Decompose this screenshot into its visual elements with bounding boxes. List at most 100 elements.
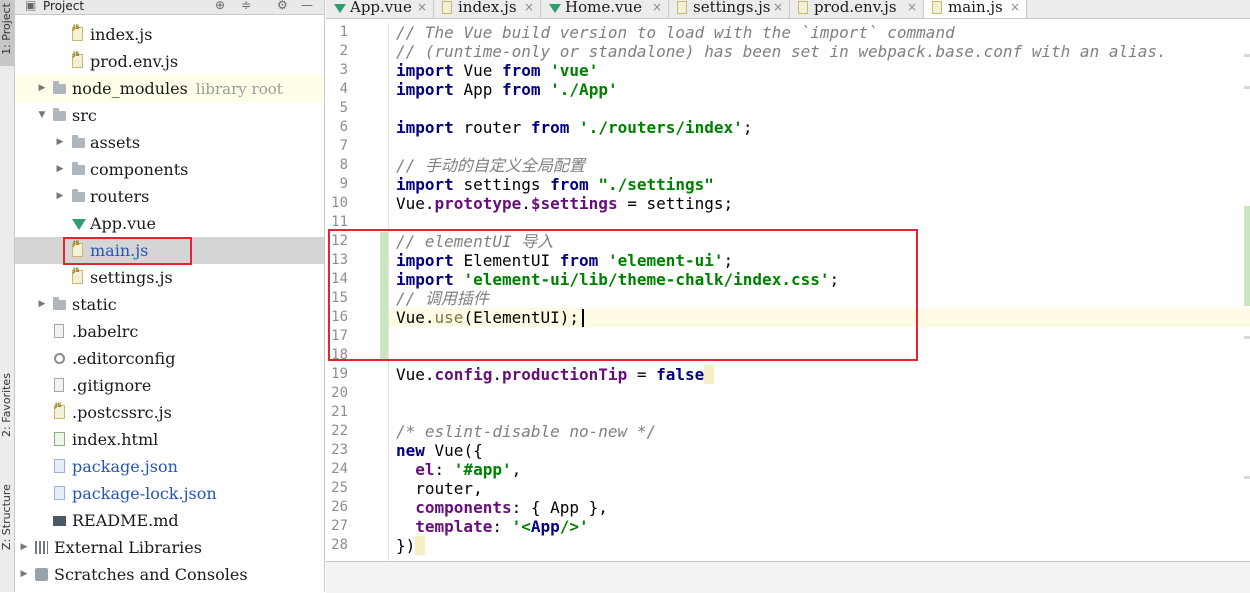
scratch-icon — [35, 568, 48, 581]
code-line-3: import Vue from 'vue' — [396, 61, 599, 80]
tree-item-label: assets — [90, 133, 141, 152]
expand-arrow-icon[interactable]: ▶ — [55, 156, 65, 183]
hide-panel-icon[interactable]: — — [301, 0, 313, 11]
tab-label: main.js — [948, 0, 1003, 16]
line-number: 6 — [339, 119, 348, 135]
json-file-icon — [54, 486, 65, 500]
tree-item-label: External Libraries — [54, 538, 202, 557]
close-tab-icon[interactable]: × — [773, 0, 783, 18]
code-line-22: /* eslint-disable no-new */ — [396, 422, 657, 441]
code-line-10: Vue.prototype.$settings = settings; — [396, 194, 734, 213]
folder-icon — [72, 162, 85, 175]
tree-item-prod-env-js[interactable]: prod.env.js — [15, 41, 324, 75]
text-file-icon — [54, 378, 64, 392]
line-number: 9 — [339, 176, 348, 192]
line-number: 28 — [331, 537, 348, 553]
project-tool-tab[interactable]: 1: Project — [0, 0, 14, 66]
structure-tool-tab[interactable]: Z: Structure — [0, 480, 14, 554]
favorites-tool-tab[interactable]: 2: Favorites — [0, 368, 14, 442]
tree-item-babelrc[interactable]: .babelrc — [15, 318, 324, 345]
stripe-mark[interactable] — [1244, 336, 1250, 339]
stripe-mark[interactable] — [1244, 476, 1250, 479]
project-panel-title[interactable]: Project — [43, 0, 84, 12]
code-line-19: Vue.config.productionTip = false — [396, 365, 714, 384]
close-tab-icon[interactable]: × — [524, 0, 534, 18]
js-file-icon — [72, 41, 83, 68]
tab-label: index.js — [458, 0, 517, 16]
locate-file-icon[interactable]: ⊕ — [215, 0, 225, 11]
expand-arrow-icon[interactable]: ▶ — [37, 291, 47, 318]
stripe-mark[interactable] — [1244, 54, 1250, 57]
expand-arrow-icon[interactable]: ▶ — [55, 183, 65, 210]
tree-item-components[interactable]: ▶ components — [15, 156, 324, 183]
tab-label: Home.vue — [565, 0, 642, 16]
folder-icon — [72, 135, 85, 148]
tree-item-editorconfig[interactable]: .editorconfig — [15, 345, 324, 372]
js-file-icon — [798, 1, 808, 14]
folder-icon — [53, 108, 66, 121]
tree-item-label: package-lock.json — [72, 484, 217, 503]
tree-item-index-js[interactable]: index.js — [15, 14, 324, 48]
expand-arrow-icon[interactable]: ▶ — [19, 561, 29, 588]
tab-label: prod.env.js — [814, 0, 897, 16]
html-file-icon — [54, 432, 65, 446]
expand-arrow-icon[interactable]: ▶ — [19, 534, 29, 561]
folder-icon — [53, 81, 66, 94]
close-tab-icon[interactable]: × — [1010, 0, 1020, 18]
tree-item-external-libraries[interactable]: ▶ External Libraries — [15, 534, 324, 561]
error-stripe[interactable] — [1244, 46, 1250, 586]
js-file-icon — [442, 1, 452, 14]
tree-item-label: Scratches and Consoles — [54, 565, 248, 584]
collapse-arrow-icon[interactable]: ▼ — [37, 102, 47, 129]
tree-item-label: prod.env.js — [90, 52, 179, 71]
tree-item-label: .postcssrc.js — [72, 403, 172, 422]
js-file-icon — [932, 1, 942, 14]
tree-item-label: README.md — [72, 511, 179, 530]
line-number: 10 — [331, 195, 348, 211]
close-tab-icon[interactable]: × — [652, 0, 662, 18]
tab-settings-js[interactable]: settings.js × — [669, 0, 790, 18]
tree-item-label: settings.js — [90, 268, 173, 287]
tree-item-scratches[interactable]: ▶ Scratches and Consoles — [15, 561, 324, 588]
tab-main-js[interactable]: main.js × — [924, 0, 1027, 18]
editor-bottom-strip — [326, 561, 1250, 593]
tree-item-label: index.js — [90, 25, 153, 44]
code-line-24: el: '#app', — [415, 460, 522, 479]
library-root-hint: library root — [195, 80, 283, 98]
code-line-1: // The Vue build version to load with th… — [396, 23, 955, 42]
tab-home-vue[interactable]: Home.vue × — [541, 0, 669, 18]
settings-gear-icon[interactable]: ⚙ — [277, 0, 288, 11]
line-number: 19 — [331, 366, 348, 382]
tab-index-js[interactable]: index.js × — [434, 0, 541, 18]
tab-prod-env-js[interactable]: prod.env.js × — [790, 0, 924, 18]
stripe-change-mark[interactable] — [1244, 206, 1250, 306]
close-tab-icon[interactable]: × — [907, 0, 917, 18]
line-number: 7 — [339, 138, 348, 154]
tree-item-routers[interactable]: ▶ routers — [15, 183, 324, 210]
code-line-25: router, — [396, 479, 483, 498]
markdown-file-icon — [53, 516, 66, 526]
expand-arrow-icon[interactable]: ▶ — [37, 75, 47, 102]
tree-item-label: routers — [90, 187, 150, 206]
tree-item-package-json[interactable]: package.json — [15, 453, 324, 480]
tree-item-assets[interactable]: ▶ assets — [15, 129, 324, 156]
tree-item-index-html[interactable]: index.html — [15, 426, 324, 453]
tab-app-vue[interactable]: App.vue × — [326, 0, 434, 18]
expand-arrow-icon[interactable]: ▶ — [55, 129, 65, 156]
tree-item-settings-js[interactable]: settings.js — [15, 257, 324, 291]
line-number: 5 — [339, 100, 348, 116]
library-icon — [35, 541, 48, 554]
tree-item-package-lock-json[interactable]: package-lock.json — [15, 480, 324, 507]
close-tab-icon[interactable]: × — [417, 0, 427, 18]
line-number: 26 — [331, 499, 348, 515]
tree-item-label: components — [90, 160, 189, 179]
tree-item-src[interactable]: ▼ src — [15, 102, 324, 129]
tree-item-app-vue[interactable]: App.vue — [15, 210, 324, 237]
tree-item-label: static — [72, 295, 117, 314]
stripe-mark[interactable] — [1244, 86, 1250, 89]
tree-item-node-modules[interactable]: ▶ node_modules library root — [15, 75, 324, 102]
tree-item-static[interactable]: ▶ static — [15, 291, 324, 318]
tree-item-postcssrc-js[interactable]: .postcssrc.js — [15, 392, 324, 426]
tree-item-readme-md[interactable]: README.md — [15, 507, 324, 534]
collapse-all-icon[interactable]: ≑ — [241, 0, 251, 11]
